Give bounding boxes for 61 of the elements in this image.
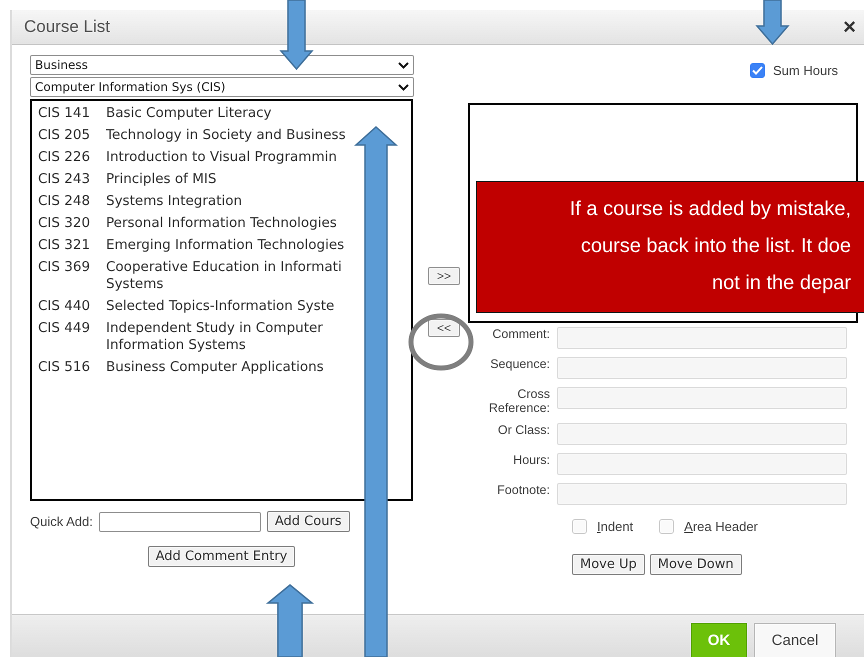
course-code[interactable]: CIS 320 bbox=[38, 215, 106, 232]
sum-hours-label: Sum Hours bbox=[773, 62, 838, 78]
close-button[interactable]: × bbox=[843, 16, 856, 38]
add-button[interactable]: >> bbox=[428, 267, 460, 285]
move-button[interactable]: Move Up bbox=[572, 554, 645, 575]
course-title[interactable]: Principles of MIS bbox=[106, 171, 356, 188]
course-code[interactable]: CIS 205 bbox=[38, 127, 106, 144]
down-arrow-icon bbox=[757, 0, 788, 44]
quick-add-label: Quick Add: bbox=[30, 514, 93, 529]
option-checkbox[interactable] bbox=[659, 519, 674, 534]
text-field[interactable] bbox=[557, 387, 847, 409]
course-title[interactable]: Personal Information Technologies bbox=[106, 215, 356, 232]
category-dropdown[interactable]: Business bbox=[30, 55, 414, 75]
option-label: Area Header bbox=[684, 519, 758, 534]
sum-hours-checkbox[interactable] bbox=[750, 62, 765, 78]
course-title[interactable]: Technology in Society and Business bbox=[106, 127, 356, 144]
option-checkbox[interactable] bbox=[572, 519, 587, 534]
field-label: Cross Reference: bbox=[488, 387, 550, 415]
cancel-button[interactable]: Cancel bbox=[754, 623, 836, 657]
option-label: Indent bbox=[597, 519, 634, 534]
callout-note: If a course is added by mistake, course back into the list. It doe not in the depar bbox=[476, 181, 864, 313]
text-field[interactable] bbox=[557, 357, 847, 379]
add-comment-entry-button[interactable]: Add Comment Entry bbox=[148, 546, 296, 567]
field-label: Or Class: bbox=[496, 423, 550, 439]
course-code[interactable]: CIS 141 bbox=[38, 105, 106, 122]
field-label: Sequence: bbox=[489, 357, 550, 373]
course-title[interactable]: Introduction to Visual Programmin bbox=[106, 149, 356, 166]
chevron-down-icon bbox=[398, 62, 409, 68]
remove-button[interactable]: << bbox=[428, 319, 460, 337]
move-button[interactable]: Move Down bbox=[650, 554, 742, 575]
highlight-circle bbox=[408, 313, 474, 371]
course-title[interactable]: Emerging Information Technologies bbox=[106, 237, 356, 254]
field-label: Footnote: bbox=[496, 483, 550, 499]
course-code[interactable]: CIS 321 bbox=[38, 237, 106, 254]
course-title[interactable]: Systems Integration bbox=[106, 193, 356, 210]
add-course-button[interactable]: Add Cours bbox=[266, 511, 350, 532]
category-dropdown[interactable]: Computer Information Sys (CIS) bbox=[30, 77, 414, 97]
course-title[interactable]: Cooperative Education in Informati Systems bbox=[106, 259, 356, 293]
text-field[interactable] bbox=[557, 423, 847, 445]
course-title[interactable]: Business Computer Applications bbox=[106, 359, 356, 376]
field-label: Comment: bbox=[491, 327, 550, 343]
course-code[interactable]: CIS 226 bbox=[38, 149, 106, 166]
course-title[interactable]: Independent Study in Computer Information Systems bbox=[106, 320, 356, 354]
course-code[interactable]: CIS 369 bbox=[38, 259, 106, 293]
chevron-down-icon bbox=[398, 84, 409, 90]
down-arrow-icon bbox=[281, 0, 312, 69]
course-code[interactable]: CIS 440 bbox=[38, 298, 106, 315]
course-code[interactable]: CIS 248 bbox=[38, 193, 106, 210]
text-field[interactable] bbox=[557, 483, 847, 505]
text-field[interactable] bbox=[557, 453, 847, 475]
quick-add-field[interactable] bbox=[98, 512, 261, 532]
course-code[interactable]: CIS 449 bbox=[38, 320, 106, 354]
course-title[interactable]: Selected Topics-Information Syste bbox=[106, 298, 356, 315]
up-arrow-icon bbox=[356, 127, 396, 657]
field-label: Hours: bbox=[512, 453, 550, 469]
text-field[interactable] bbox=[557, 327, 847, 349]
course-code[interactable]: CIS 243 bbox=[38, 171, 106, 188]
course-title[interactable]: Basic Computer Literacy bbox=[106, 105, 356, 122]
up-arrow-icon bbox=[268, 585, 312, 657]
window-title: Course List bbox=[24, 17, 110, 37]
course-code[interactable]: CIS 516 bbox=[38, 359, 106, 376]
